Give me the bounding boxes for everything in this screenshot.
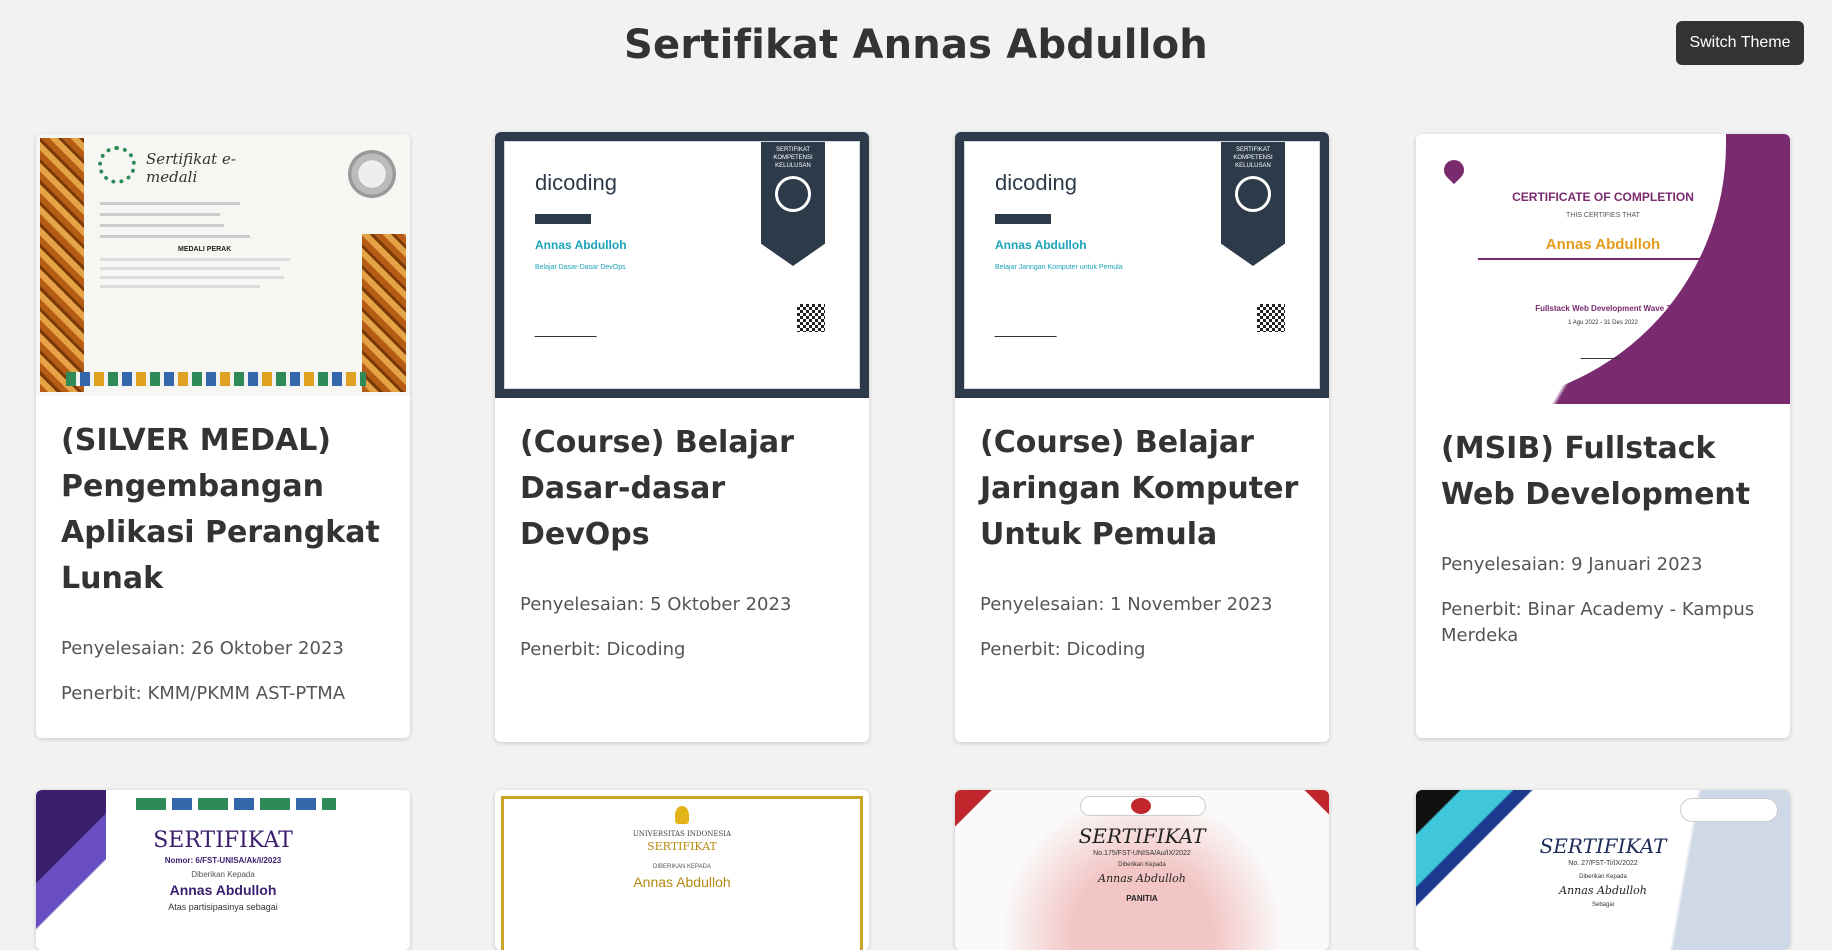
completion-date: Penyelesaian: 1 November 2023 xyxy=(980,594,1273,615)
certificate-card[interactable]: SERTIFIKAT Nomor: 6/FST-UNISA/Ak/I/2023 … xyxy=(36,790,410,950)
participant-role: PANITIA xyxy=(1126,894,1158,903)
seal-icon xyxy=(348,150,396,198)
signature xyxy=(534,318,602,337)
certificate-card[interactable]: CERTIFICATE OF COMPLETION THIS CERTIFIES… xyxy=(1416,134,1790,738)
kompetensi-badge: SERTIFIKAT KOMPETENSI KELULUSAN xyxy=(1221,142,1285,266)
certificate-thumbnail[interactable]: SERTIFIKAT Nomor: 6/FST-UNISA/Ak/I/2023 … xyxy=(36,790,410,950)
recipient-name: Annas Abdulloh xyxy=(995,238,1087,252)
recipient-name: Annas Abdulloh xyxy=(633,874,731,890)
completion-date: Penyelesaian: 9 Januari 2023 xyxy=(1441,554,1703,575)
course-name: Belajar Dasar-Dasar DevOps xyxy=(535,264,626,271)
kda-logo-icon xyxy=(1131,798,1151,814)
certificate-card[interactable]: SERTIFIKAT No.175/FST-UNISA/Au/IX/2022 D… xyxy=(955,790,1329,950)
certificate-thumbnail[interactable]: SERTIFIKAT No. 27/FST-Ti/IX/2022 Diberik… xyxy=(1416,790,1790,950)
cert-subheading: THIS CERTIFIES THAT xyxy=(1566,212,1640,219)
certificate-thumbnail[interactable]: CERTIFICATE OF COMPLETION THIS CERTIFIES… xyxy=(1416,134,1790,404)
certificate-title[interactable]: (Course) Belajar Dasar-dasar DevOps xyxy=(520,420,844,558)
certificate-card[interactable]: SERTIFIKAT No. 27/FST-Ti/IX/2022 Diberik… xyxy=(1416,790,1790,950)
ui-emblem-icon xyxy=(675,806,689,824)
cert-heading: SERTIFIKAT xyxy=(1539,834,1667,858)
cert-note: Sebagai xyxy=(1591,902,1615,908)
cert-heading: SERTIFIKAT xyxy=(1078,824,1206,848)
certificate-thumbnail[interactable]: Sertifikat e-medali MEDALI PERAK xyxy=(36,134,410,396)
cert-number: No. 27/FST-Ti/IX/2022 xyxy=(1568,860,1638,867)
completion-date: Penyelesaian: 26 Oktober 2023 xyxy=(61,638,344,659)
unisa-logo-row xyxy=(136,798,336,810)
signature xyxy=(994,318,1062,337)
certificate-card[interactable]: dicoding SERTIFIKAT KOMPETENSI KELULUSAN… xyxy=(495,132,869,742)
certificate-thumbnail[interactable]: dicoding SERTIFIKAT KOMPETENSI KELULUSAN… xyxy=(955,132,1329,398)
qr-code-icon xyxy=(797,304,825,332)
given-to: Diberikan Kepada xyxy=(1579,874,1627,880)
unisa-logo-icon xyxy=(1680,798,1778,822)
certificate-card[interactable]: Sertifikat e-medali MEDALI PERAK (SILVER… xyxy=(36,134,410,738)
certificate-thumbnail[interactable]: SERTIFIKAT No.175/FST-UNISA/Au/IX/2022 D… xyxy=(955,790,1329,950)
certificate-card[interactable]: dicoding SERTIFIKAT KOMPETENSI KELULUSAN… xyxy=(955,132,1329,742)
signature xyxy=(1580,340,1628,359)
certificate-title[interactable]: (MSIB) Fullstack Web Development xyxy=(1441,426,1765,518)
emedali-heading: Sertifikat e-medali xyxy=(146,150,236,186)
program-dates: 1 Agu 2022 - 31 Des 2022 xyxy=(1568,320,1638,326)
recipient-name: Annas Abdulloh xyxy=(1559,884,1647,897)
dicoding-logo: dicoding xyxy=(995,170,1077,195)
badge-label: SERTIFIKAT KOMPETENSI KELULUSAN xyxy=(773,147,813,169)
given-to: DIBERIKAN KEPADA xyxy=(653,864,711,870)
page-title: Sertifikat Annas Abdulloh xyxy=(624,22,1208,68)
partner-logos xyxy=(66,372,366,386)
issuer: Penerbit: Dicoding xyxy=(980,639,1146,660)
certificate-thumbnail[interactable]: dicoding SERTIFIKAT KOMPETENSI KELULUSAN… xyxy=(495,132,869,398)
qr-code-icon xyxy=(1257,304,1285,332)
issuer: Penerbit: Binar Academy - Kampus Merdeka xyxy=(1441,599,1755,646)
given-to: Diberikan Kepada xyxy=(1118,862,1166,868)
recipient-name: Annas Abdulloh xyxy=(535,238,627,252)
issuer: Penerbit: KMM/PKMM AST-PTMA xyxy=(61,683,346,704)
recipient-name: Annas Abdulloh xyxy=(1098,872,1186,885)
cert-heading: SERTIFIKAT xyxy=(647,840,717,853)
cert-note: Atas partisipasinya sebagai xyxy=(168,902,278,912)
certificate-card[interactable]: UNIVERSITAS INDONESIA SERTIFIKAT DIBERIK… xyxy=(495,790,869,950)
certificate-title[interactable]: (SILVER MEDAL) Pengembangan Aplikasi Per… xyxy=(61,418,385,602)
cert-number: No.175/FST-UNISA/Au/IX/2022 xyxy=(1093,850,1191,857)
recipient-name: Annas Abdulloh xyxy=(1545,236,1661,253)
course-name: Belajar Jaringan Komputer untuk Pemula xyxy=(995,264,1123,271)
cert-number: Nomor: 6/FST-UNISA/Ak/I/2023 xyxy=(164,856,282,865)
badge-label: SERTIFIKAT KOMPETENSI KELULUSAN xyxy=(1233,147,1273,169)
certificate-thumbnail[interactable]: UNIVERSITAS INDONESIA SERTIFIKAT DIBERIK… xyxy=(495,790,869,950)
kompetensi-badge: SERTIFIKAT KOMPETENSI KELULUSAN xyxy=(761,142,825,266)
switch-theme-button[interactable]: Switch Theme xyxy=(1676,21,1804,65)
university-name: UNIVERSITAS INDONESIA xyxy=(632,830,732,838)
given-to: Diberikan Kepada xyxy=(191,870,255,879)
certificate-title[interactable]: (Course) Belajar Jaringan Komputer Untuk… xyxy=(980,420,1304,558)
cert-heading: SERTIFIKAT xyxy=(153,828,293,853)
issuer: Penerbit: Dicoding xyxy=(520,639,686,660)
dicoding-logo: dicoding xyxy=(535,170,617,195)
recipient-name: Annas Abdulloh xyxy=(169,882,277,898)
program-name: Fullstack Web Development Wave 3 xyxy=(1535,304,1671,313)
cert-heading: CERTIFICATE OF COMPLETION xyxy=(1512,190,1694,204)
completion-date: Penyelesaian: 5 Oktober 2023 xyxy=(520,594,792,615)
gear-logo-icon xyxy=(98,146,136,184)
